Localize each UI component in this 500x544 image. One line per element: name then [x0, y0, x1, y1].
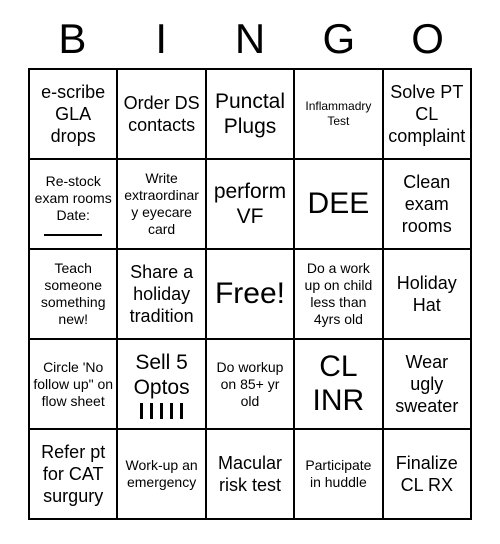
bingo-cell-label: Do a work up on child less than 4yrs old [304, 260, 373, 327]
bingo-cell-r3c5[interactable]: Holiday Hat [383, 250, 472, 340]
bingo-cell-label: CL INR [312, 350, 365, 417]
bingo-cell-label: Holiday Hat [396, 273, 457, 315]
tally-mark [150, 402, 154, 419]
bingo-cell-label: Solve PT CL complaint [388, 82, 466, 146]
bingo-cell-r1c4[interactable]: Inflammadry Test [295, 70, 384, 160]
bingo-cell-r5c5[interactable]: Finalize CL RX [383, 430, 472, 520]
bingo-cell-label: Finalize CL RX [395, 453, 458, 495]
bingo-cell-r2c1[interactable]: Re-stock exam rooms Date: [30, 160, 119, 250]
bingo-header-letter-o: O [411, 15, 444, 62]
bingo-header-letter-n: N [234, 15, 266, 62]
bingo-cell-label: Re-stock exam rooms Date: [34, 172, 112, 223]
bingo-cell-r4c2[interactable]: Sell 5 Optos [118, 340, 207, 430]
bingo-header-letter-i: I [155, 15, 168, 62]
bingo-cell-label: e-scribe GLA drops [41, 82, 106, 146]
tally-mark [140, 402, 144, 419]
bingo-cell-r3c4[interactable]: Do a work up on child less than 4yrs old [295, 250, 384, 340]
bingo-cell-label: Punctal Plugs [214, 90, 286, 138]
bingo-cell-r1c5[interactable]: Solve PT CL complaint [383, 70, 472, 160]
tally-marks [140, 402, 184, 419]
bingo-cell-r5c4[interactable]: Participate in huddle [295, 430, 384, 520]
bingo-cell-label: Macular risk test [217, 453, 282, 495]
bingo-cell-r4c3[interactable]: Do workup on 85+ yr old [206, 340, 296, 430]
bingo-cell-r4c4[interactable]: CL INR [295, 340, 384, 430]
bingo-cell-label: Clean exam rooms [401, 172, 452, 236]
bingo-cell-label: Circle 'No follow up" on flow sheet [33, 358, 114, 409]
bingo-header: BINGO [28, 10, 472, 68]
bingo-cell-r5c2[interactable]: Work-up an emergency [118, 430, 207, 520]
bingo-cell-r4c1[interactable]: Circle 'No follow up" on flow sheet [30, 340, 119, 430]
date-blank-line [44, 233, 103, 236]
bingo-cell-r3c2[interactable]: Share a holiday tradition [118, 250, 207, 340]
bingo-cell-label: Free! [214, 277, 285, 310]
bingo-header-letter-g: G [322, 15, 356, 62]
bingo-cell-label: Order DS contacts [123, 93, 200, 135]
bingo-cell-r5c1[interactable]: Refer pt for CAT surgury [30, 430, 119, 520]
bingo-card: B I N G O e-scribe GLA drops Order DS contact… [28, 10, 472, 520]
bingo-cell-label: Refer pt for CAT surgury [41, 442, 106, 506]
bingo-cell-r2c3[interactable]: perform VF [206, 160, 296, 250]
tally-mark [180, 402, 184, 419]
bingo-cell-r3c3[interactable]: Free! [206, 250, 296, 340]
bingo-cell-label: DEE [307, 187, 370, 220]
bingo-cell-r1c3[interactable]: Punctal Plugs [206, 70, 296, 160]
bingo-cell-label: perform VF [213, 180, 287, 228]
bingo-cell-label: Share a holiday tradition [129, 262, 194, 326]
bingo-header-letter-b: B [58, 15, 87, 62]
bingo-cell-label: Write extraordinary eyecare card [124, 170, 199, 237]
bingo-cell-label: Do workup on 85+ yr old [216, 358, 284, 409]
bingo-cell-r2c5[interactable]: Clean exam rooms [383, 160, 472, 250]
bingo-cell-r4c5[interactable]: Wear ugly sweater [383, 340, 472, 430]
bingo-grid: e-scribe GLA drops Order DS contacts Punct… [28, 68, 472, 520]
bingo-cell-label: Inflammadry Test [305, 99, 372, 128]
tally-mark [160, 402, 164, 419]
bingo-cell-r2c4[interactable]: DEE [295, 160, 384, 250]
bingo-cell-label: Participate in huddle [305, 457, 372, 490]
tally-mark [170, 402, 174, 419]
bingo-cell-label: Wear ugly sweater [395, 352, 459, 416]
bingo-cell-r1c2[interactable]: Order DS contacts [118, 70, 207, 160]
bingo-cell-r5c3[interactable]: Macular risk test [206, 430, 296, 520]
bingo-cell-label: Teach someone something new! [40, 260, 106, 327]
bingo-cell-label: Sell 5 Optos [133, 350, 190, 399]
bingo-cell-r2c2[interactable]: Write extraordinary eyecare card [118, 160, 207, 250]
bingo-cell-label: Work-up an emergency [125, 457, 198, 490]
bingo-cell-r3c1[interactable]: Teach someone something new! [30, 250, 119, 340]
bingo-cell-r1c1[interactable]: e-scribe GLA drops [30, 70, 119, 160]
